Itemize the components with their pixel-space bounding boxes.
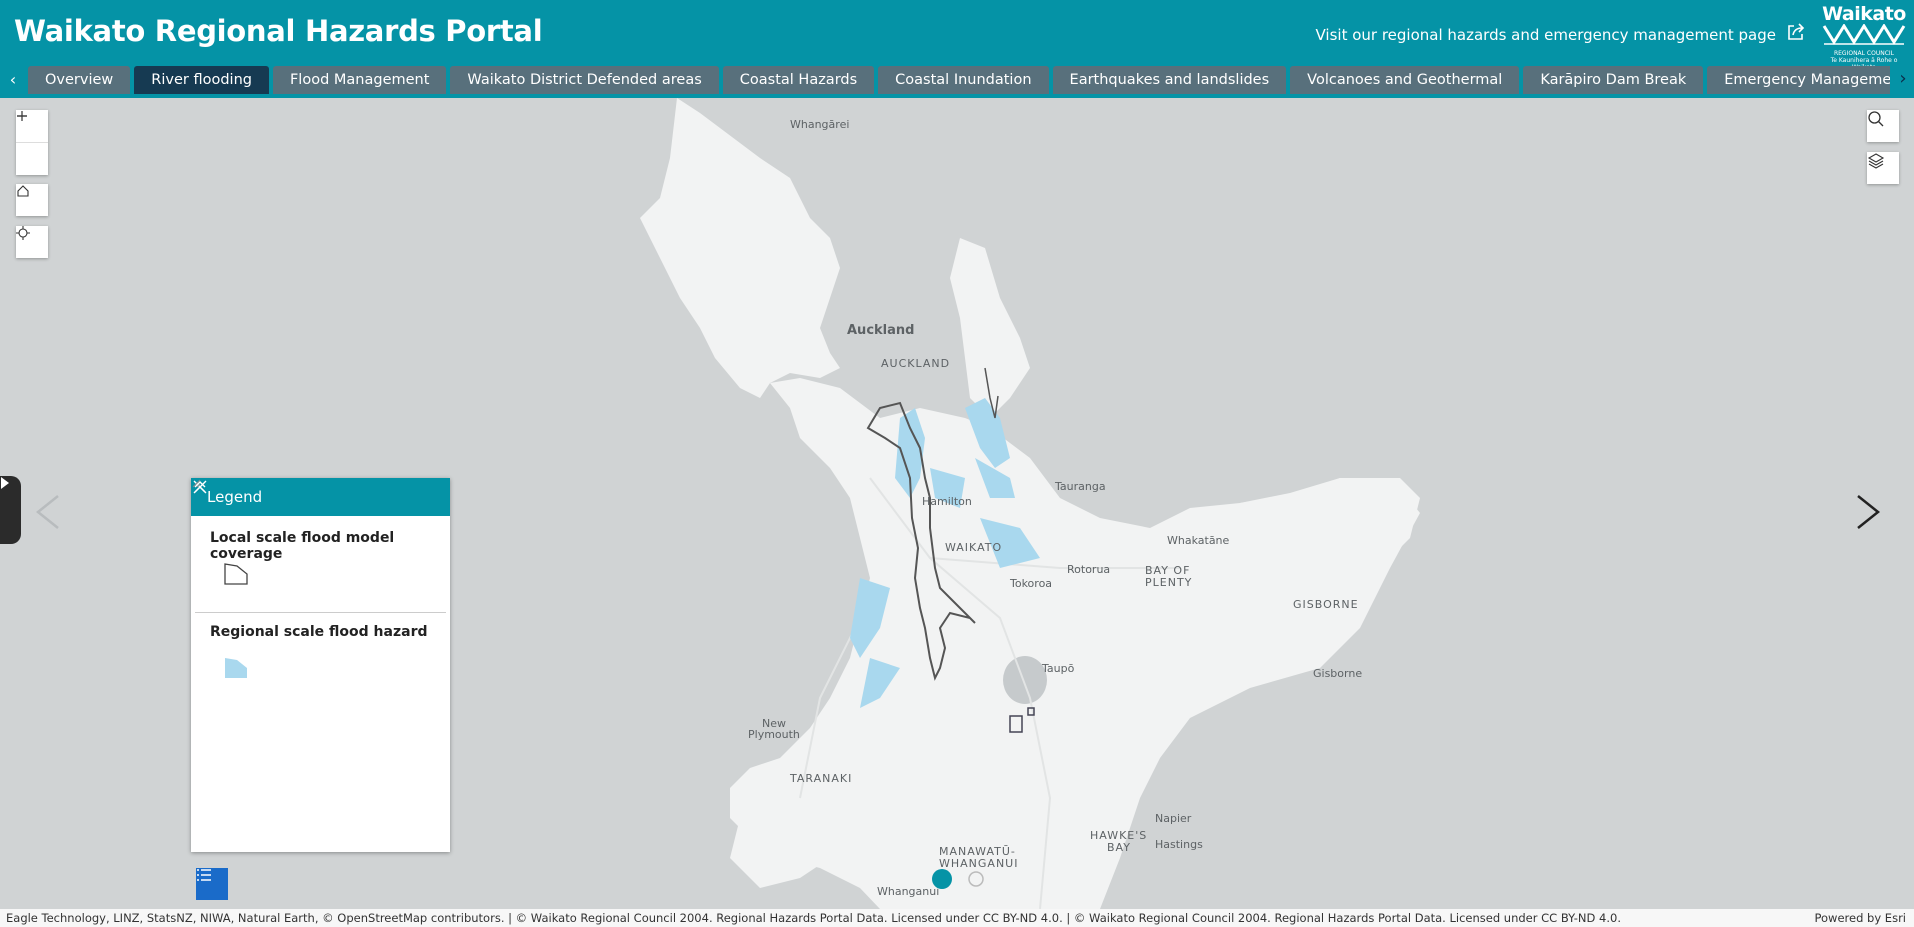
map-label-bay: BAY: [1107, 841, 1131, 854]
section-tabs: Overview River flooding Flood Management Wa…: [28, 66, 1890, 96]
legend-outline-swatch: [224, 563, 248, 585]
layers-icon: [1867, 152, 1899, 184]
logo-wave-mark: [1822, 23, 1906, 45]
map-label-plymouth: Plymouth: [748, 728, 800, 741]
tab-river-flooding[interactable]: River flooding: [134, 66, 269, 94]
tab-volcanoes-and-geothermal[interactable]: Volcanoes and Geothermal: [1290, 66, 1520, 94]
map-label-taranaki: TARANAKI: [789, 772, 852, 785]
zoom-out-icon[interactable]: [16, 115, 48, 175]
map-label-whanganui-region: WHANGANUI: [939, 857, 1018, 870]
logo-name: Waikato: [1822, 3, 1906, 25]
tab-flood-management[interactable]: Flood Management: [272, 66, 447, 94]
section-tab-bar: ‹ Overview River flooding Flood Management…: [0, 64, 1914, 96]
map-label-whanganui: Whanganui: [877, 885, 939, 898]
app-title: Waikato Regional Hazards Portal: [14, 14, 543, 48]
visit-hazards-link[interactable]: Visit our regional hazards and emergency…: [1315, 26, 1776, 44]
map-label-whangarei: Whangārei: [790, 118, 849, 131]
legend-item-title: Local scale flood model coverage: [210, 530, 395, 562]
tab-kar-piro-dam-break[interactable]: Karāpiro Dam Break: [1523, 66, 1704, 94]
legend-panel: Legend Local scale flood model coverage …: [191, 478, 450, 852]
map-label-gisborne: Gisborne: [1313, 667, 1362, 680]
locate-button[interactable]: [16, 226, 48, 258]
legend-title: Legend: [207, 488, 263, 506]
tab-waikato-district-defended-areas[interactable]: Waikato District Defended areas: [450, 66, 719, 94]
map-label-auckland: Auckland: [847, 323, 914, 338]
map-label-napier: Napier: [1155, 812, 1192, 825]
map-view[interactable]: Whangārei Auckland AUCKLAND Hamilton WAI…: [0, 98, 1914, 909]
map-label-tauranga: Tauranga: [1054, 480, 1106, 493]
search-button[interactable]: [1867, 110, 1899, 142]
tab-coastal-inundation[interactable]: Coastal Inundation: [878, 66, 1049, 94]
map-label-tokoroa: Tokoroa: [1009, 577, 1052, 590]
legend-toggle-button[interactable]: [196, 868, 228, 900]
waikato-logo: Waikato REGIONAL COUNCIL Te Kaunihera ā …: [1820, 3, 1908, 71]
search-icon: [1867, 110, 1899, 142]
legend-list-icon: [197, 869, 211, 881]
expand-right-icon: [1, 477, 9, 489]
legend-divider: [195, 612, 446, 613]
tab-overview[interactable]: Overview: [28, 66, 131, 94]
tab-earthquakes-and-landslides[interactable]: Earthquakes and landslides: [1052, 66, 1287, 94]
map-label-rotorua: Rotorua: [1067, 563, 1110, 576]
tab-coastal-hazards[interactable]: Coastal Hazards: [722, 66, 875, 94]
legend-header: Legend: [191, 478, 450, 516]
logo-subtitle: REGIONAL COUNCIL: [1833, 50, 1895, 57]
tab-emergency-management[interactable]: Emergency Management: [1707, 66, 1890, 94]
page-dot-active[interactable]: [932, 869, 952, 889]
share-icon[interactable]: [1786, 22, 1806, 42]
tab-scroll-right-icon[interactable]: ›: [1892, 68, 1914, 94]
app-header: Waikato Regional Hazards Portal Visit ou…: [0, 0, 1914, 98]
locate-icon: [16, 226, 48, 258]
zoom-controls: [16, 110, 48, 175]
map-label-plenty: PLENTY: [1145, 576, 1192, 589]
map-label-waikato: WAIKATO: [945, 541, 1002, 554]
attribution-text: Eagle Technology, LINZ, StatsNZ, NIWA, N…: [6, 911, 1621, 925]
map-label-hastings: Hastings: [1155, 838, 1203, 851]
home-icon: [16, 184, 48, 216]
layers-button[interactable]: [1867, 152, 1899, 184]
powered-by-esri[interactable]: Powered by Esri: [1815, 909, 1907, 927]
map-attribution: Eagle Technology, LINZ, StatsNZ, NIWA, N…: [0, 909, 1914, 927]
map-label-whakatane: Whakatāne: [1167, 534, 1230, 547]
resize-handle-icon[interactable]: [191, 478, 201, 488]
map-label-taupo: Taupō: [1041, 662, 1075, 675]
home-button[interactable]: [16, 184, 48, 216]
map-label-hamilton: Hamilton: [922, 495, 972, 508]
map-label-gisborne-region: GISBORNE: [1293, 598, 1359, 611]
side-panel-toggle[interactable]: [0, 476, 21, 544]
tab-scroll-left-icon[interactable]: ‹: [4, 70, 22, 89]
map-label-auckland-region: AUCKLAND: [881, 357, 950, 370]
legend-fill-swatch: [225, 658, 247, 678]
legend-item-title: Regional scale flood hazard: [210, 624, 428, 640]
